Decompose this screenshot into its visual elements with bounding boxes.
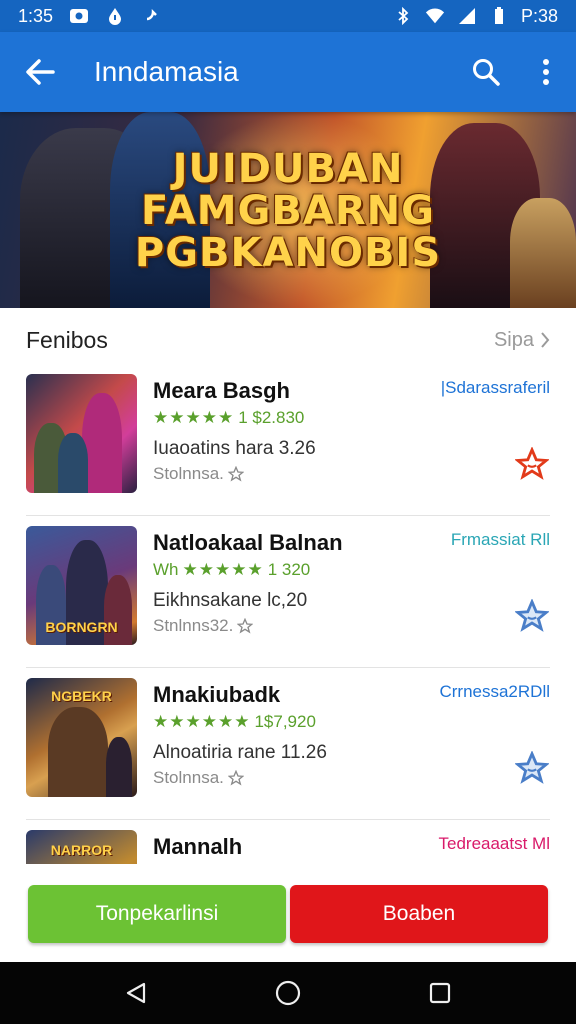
photo-notification-icon [69, 7, 89, 25]
game-subtext-label: Stolnnsa. [153, 768, 224, 787]
thumbnail-title: NGBEKR [51, 688, 112, 704]
star-icon [515, 751, 549, 784]
favorite-button[interactable] [514, 446, 550, 482]
signal-icon [457, 7, 477, 25]
game-tag[interactable]: |Sdarassraferil [441, 378, 550, 398]
more-vertical-icon [543, 59, 549, 85]
game-tag[interactable]: Tedreaaatst Ml [439, 834, 551, 854]
game-subtext-label: Stnlnns32. [153, 616, 234, 635]
nav-back-button[interactable] [106, 962, 166, 1024]
game-thumbnail [26, 374, 137, 493]
square-recents-icon [429, 982, 451, 1004]
search-button[interactable] [456, 32, 516, 112]
triangle-back-icon [126, 982, 146, 1004]
search-icon [473, 59, 500, 86]
rating-value: 1 320 [267, 560, 311, 579]
star-icon [515, 599, 549, 632]
banner-title-line-3: PGBKANOBIS [134, 230, 442, 276]
game-thumbnail: BORNGRN [26, 526, 137, 645]
app-bar: Inndamasia [0, 32, 576, 112]
nav-recents-button[interactable] [410, 962, 470, 1024]
game-rating: ★★★★★ 1 $2.830 [153, 408, 304, 428]
overflow-menu-button[interactable] [516, 32, 576, 112]
wifi-icon [425, 7, 445, 25]
thumbnail-title: BORNGRN [45, 619, 118, 635]
banner-title: JUIDUBAN FAMGBARNG PGBKANOBIS [0, 148, 576, 274]
rating-value: 1 $2.830 [238, 408, 305, 427]
section-title: Fenibos [26, 326, 108, 353]
rating-stars: ★★★★★ [182, 560, 264, 579]
banner-title-line-1: JUIDUBAN [172, 146, 404, 192]
battery-icon [489, 7, 509, 25]
rating-stars: ★★★★★★ [153, 712, 251, 731]
status-time: 1:35 [18, 5, 54, 26]
primary-action-button[interactable]: Tonpekarlinsi [28, 885, 286, 943]
sync-notification-icon [141, 7, 161, 25]
see-more-label: Sipa [493, 328, 534, 351]
star-outline-icon [227, 770, 244, 786]
game-thumbnail: NGBEKR [26, 678, 137, 797]
list-item[interactable]: NGBEKR Mnakiubadk Crrnessa2RDll ★★★★★★ 1… [26, 668, 550, 820]
banner-title-line-2: FAMGBARNG [141, 188, 435, 234]
game-name: Mnakiubadk [153, 682, 281, 707]
arrow-left-icon [26, 59, 55, 85]
game-subtext: Stnlnns32. [153, 616, 254, 636]
game-description: Eikhnsakane lc,20 [153, 590, 308, 611]
game-subtext-label: Stolnnsa. [153, 464, 224, 483]
chevron-right-icon [541, 332, 550, 348]
status-bar: 1:35 P:38 [0, 0, 576, 32]
list-item[interactable]: BORNGRN Natloakaal Balnan Frmassiat Rll … [26, 516, 550, 668]
game-name: Meara Basgh [153, 378, 290, 403]
list-item[interactable]: Meara Basgh |Sdarassraferil ★★★★★ 1 $2.8… [26, 364, 550, 516]
secondary-action-button[interactable]: Boaben [290, 885, 548, 943]
star-outline-icon [237, 618, 254, 634]
star-icon [515, 447, 549, 480]
rating-prefix: Wh [153, 560, 179, 579]
see-more-link[interactable]: Sipa [494, 329, 550, 352]
system-nav-bar [0, 962, 576, 1024]
featured-banner[interactable]: JUIDUBAN FAMGBARNG PGBKANOBIS [0, 112, 576, 308]
star-outline-icon [227, 466, 244, 482]
thumbnail-title: NARROR [50, 842, 113, 858]
section-header: Fenibos Sipa [0, 318, 576, 362]
game-description: Alnoatiria rane 11.26 [153, 742, 327, 763]
nav-home-button[interactable] [258, 962, 318, 1024]
favorite-button[interactable] [514, 750, 550, 786]
page-title: Inndamasia [94, 56, 239, 87]
game-description: Iuaoatins hara 3.26 [153, 438, 316, 459]
game-tag[interactable]: Crrnessa2RDll [439, 682, 550, 702]
game-rating: Wh ★★★★★ 1 320 [153, 560, 310, 580]
game-rating: ★★★★★★ 1$7,920 [153, 712, 316, 732]
circle-home-icon [275, 980, 301, 1006]
list-item[interactable]: NARROR Mannalh Tedreaaatst Ml [26, 820, 550, 864]
game-name: Mannalh [153, 834, 243, 859]
game-list: Meara Basgh |Sdarassraferil ★★★★★ 1 $2.8… [0, 364, 576, 864]
bottom-actions: Tonpekarlinsi Boaben [0, 866, 576, 962]
game-subtext: Stolnnsa. [153, 464, 244, 484]
drop-notification-icon [105, 7, 125, 25]
bluetooth-icon [393, 7, 413, 25]
rating-value: 1$7,920 [254, 712, 316, 731]
status-battery-text: P:38 [520, 5, 558, 26]
game-subtext: Stolnnsa. [153, 768, 244, 788]
game-name: Natloakaal Balnan [153, 530, 343, 555]
game-thumbnail: NARROR [26, 830, 137, 864]
back-button[interactable] [0, 32, 80, 112]
favorite-button[interactable] [514, 598, 550, 634]
rating-stars: ★★★★★ [153, 408, 235, 427]
game-tag[interactable]: Frmassiat Rll [451, 530, 550, 550]
